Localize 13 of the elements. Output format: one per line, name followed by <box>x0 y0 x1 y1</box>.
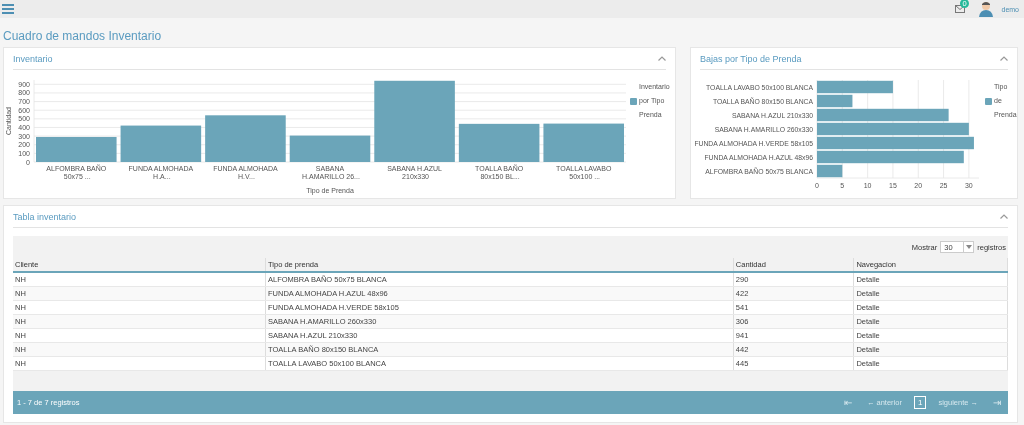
panel-title: Inventario <box>13 53 53 64</box>
collapse-icon[interactable] <box>658 56 666 61</box>
avatar-icon[interactable] <box>979 1 994 17</box>
menu-icon[interactable] <box>2 4 14 14</box>
legend-swatch <box>985 97 992 105</box>
page-title: Cuadro de mandos Inventario <box>2 28 163 45</box>
collapse-icon[interactable] <box>1000 56 1008 61</box>
legend-swatch <box>630 97 637 105</box>
panel-title: Bajas por Tipo de Prenda <box>700 53 802 64</box>
collapse-icon[interactable] <box>1000 214 1008 219</box>
panel-title: Tabla inventario <box>13 211 77 222</box>
mail-icon[interactable] <box>955 5 966 13</box>
caret-icon <box>965 245 972 249</box>
